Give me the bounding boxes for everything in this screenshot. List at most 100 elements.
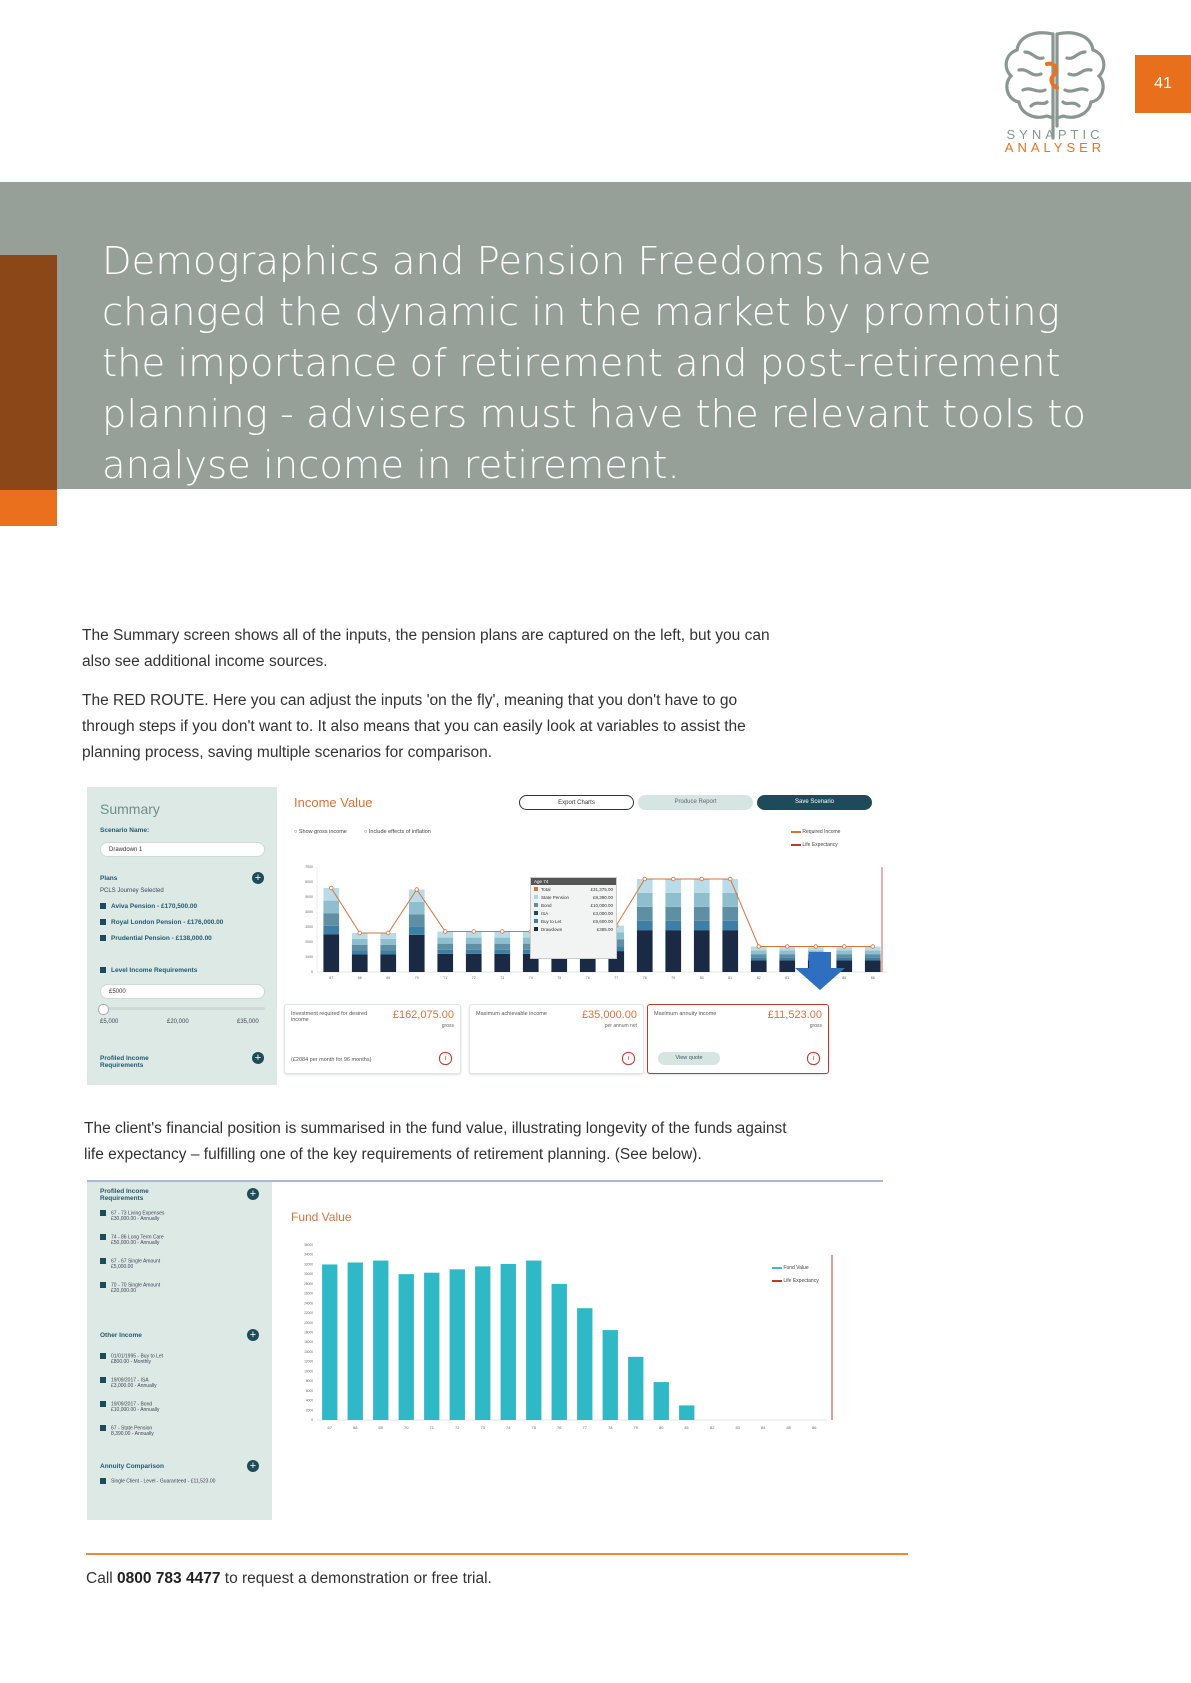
info-icon[interactable]: i <box>439 1052 452 1065</box>
add-plan-icon[interactable]: + <box>252 872 264 884</box>
y-tick-label: 26000 <box>304 1292 313 1296</box>
income-bar-segment <box>750 960 767 972</box>
income-bar-segment <box>437 943 454 950</box>
y-tick-label: 18000 <box>304 1331 313 1335</box>
paragraph-fund-value: The client's financial position is summa… <box>84 1120 787 1163</box>
income-bar[interactable] <box>864 946 881 973</box>
checkbox-icon <box>100 919 106 926</box>
sidebar-list-item[interactable]: 67 - 73 Living Expenses £30,000.00 - Annu… <box>100 1210 164 1222</box>
income-bar[interactable] <box>465 931 482 973</box>
income-bar[interactable] <box>636 879 653 972</box>
y-tick-label: 6000 <box>305 880 313 884</box>
fund-bar[interactable] <box>398 1274 414 1420</box>
accent-bar-dark <box>0 255 57 490</box>
income-bar-segment <box>636 920 653 931</box>
tooltip-rows: Total £31,375.00 State Pension £8,390.00 Bon… <box>531 885 616 933</box>
fund-bar[interactable] <box>449 1269 465 1420</box>
y-tick-label: 4000 <box>305 910 313 914</box>
plan-item[interactable]: Royal London Pension - £176,000.00 <box>100 919 223 926</box>
income-value-title: Income Value <box>294 795 373 810</box>
scenario-name-input[interactable]: Drawdown 1 <box>100 842 265 857</box>
x-tick-label: 84 <box>761 1425 766 1430</box>
save-scenario-button[interactable]: Save Scenario <box>757 795 872 810</box>
income-bar[interactable] <box>437 931 454 973</box>
income-bar-segment <box>408 934 425 972</box>
y-tick-label: 0 <box>311 970 313 974</box>
info-icon[interactable]: i <box>807 1052 820 1065</box>
income-bar[interactable] <box>693 879 710 972</box>
checkbox-icon <box>100 1377 106 1383</box>
fund-bar[interactable] <box>347 1262 363 1421</box>
income-bar[interactable] <box>380 933 397 972</box>
level-income-input[interactable]: £5000 <box>100 984 265 999</box>
fund-bar[interactable] <box>424 1272 440 1420</box>
info-icon[interactable]: i <box>622 1052 635 1065</box>
sidebar-list-item[interactable]: 19/09/2017 - ISA £3,000.00 - Annually <box>100 1377 157 1389</box>
income-bar-segment <box>323 934 340 972</box>
fund-bar[interactable] <box>500 1263 516 1420</box>
add-annuity-icon[interactable]: + <box>247 1460 259 1472</box>
required-income-point <box>414 887 419 892</box>
sidebar-list-item[interactable]: 19/09/2017 - Bond £10,000.00 - Annually <box>100 1401 159 1413</box>
income-bar-segment <box>408 901 425 915</box>
income-bar-segment <box>351 954 368 972</box>
income-bar[interactable] <box>779 946 796 973</box>
accent-bar-orange <box>0 490 57 526</box>
income-slider-handle[interactable] <box>98 1004 109 1015</box>
sidebar-list-item[interactable]: 70 - 70 Single Amount £20,000.00 <box>100 1282 160 1294</box>
fund-bar[interactable] <box>628 1356 644 1420</box>
income-bar[interactable] <box>494 931 511 973</box>
y-tick-label: 7000 <box>305 865 313 869</box>
level-income-label[interactable]: Level Income Requirements <box>100 967 197 974</box>
y-tick-label: 12000 <box>304 1360 313 1364</box>
view-quote-button[interactable]: View quote <box>658 1052 720 1065</box>
fund-bar[interactable] <box>475 1266 491 1420</box>
y-tick-label: 8000 <box>306 1379 313 1383</box>
fund-bar[interactable] <box>322 1264 338 1420</box>
income-bar[interactable] <box>665 879 682 972</box>
income-bar-segment <box>437 949 454 954</box>
sidebar-list-item[interactable]: 67 - State Pension 8,390.00 - Annually <box>100 1425 154 1437</box>
fund-bar[interactable] <box>679 1405 695 1420</box>
option-inflation[interactable]: ○ Include effects of inflation <box>364 829 431 835</box>
produce-report-button[interactable]: Produce Report <box>638 795 753 810</box>
fund-bar[interactable] <box>602 1330 618 1420</box>
add-profiled-icon[interactable]: + <box>252 1052 264 1064</box>
checkbox-icon <box>100 1282 106 1288</box>
fund-bar[interactable] <box>373 1260 389 1420</box>
fund-value-screenshot: Profiled Income Requirements + 67 - 73 L… <box>87 1180 883 1520</box>
phone-number[interactable]: 0800 783 4477 <box>117 1570 220 1587</box>
income-bar[interactable] <box>323 888 340 972</box>
slider-min: £5,000 <box>100 1019 119 1025</box>
sidebar-list-item[interactable]: 74 - 86 Long Term Care £50,000.00 - Annua… <box>100 1234 164 1246</box>
arrow-down-icon <box>795 952 845 990</box>
income-bar-segment <box>864 950 881 955</box>
x-tick-label: 76 <box>586 976 590 980</box>
income-slider-track[interactable] <box>100 1007 265 1010</box>
income-bar-segment <box>351 938 368 945</box>
plan-item[interactable]: Prudential Pension - £138,000.00 <box>100 935 212 942</box>
add-other-income-icon[interactable]: + <box>247 1329 259 1341</box>
income-bar[interactable] <box>750 946 767 973</box>
sidebar-list-item[interactable]: 01/01/1995 - Buy to Let £800.00 - Monthly <box>100 1353 163 1365</box>
plan-item[interactable]: Aviva Pension - £170,500.00 <box>100 903 197 910</box>
y-tick-label: 0 <box>311 1418 313 1422</box>
income-bar[interactable] <box>408 889 425 973</box>
fund-bar[interactable] <box>526 1260 542 1420</box>
option-gross[interactable]: ○ Show gross income <box>294 829 347 835</box>
add-profiled-icon[interactable]: + <box>247 1188 259 1200</box>
fund-bar[interactable] <box>653 1382 669 1420</box>
income-bar-segment <box>380 944 397 951</box>
sidebar-list-item[interactable]: 67 - 67 Single Amount £5,000.00 <box>100 1258 160 1270</box>
x-tick-label: 71 <box>430 1425 435 1430</box>
fund-bar[interactable] <box>551 1283 567 1420</box>
fund-value-chart: 67 68 69 70 71 72 73 74 75 76 77 78 79 80 81 82 83 84 85 86… <box>304 1243 833 1430</box>
y-tick-label: 30000 <box>304 1272 313 1276</box>
required-income-point <box>443 929 448 934</box>
export-charts-button[interactable]: Export Charts <box>519 795 634 810</box>
fund-bar[interactable] <box>577 1308 593 1420</box>
income-bar-segment <box>380 954 397 972</box>
income-bar[interactable] <box>351 933 368 972</box>
y-tick-label: 22000 <box>304 1311 313 1315</box>
annuity-item[interactable]: Single Client - Level - Guaranteed - £11… <box>100 1478 215 1484</box>
